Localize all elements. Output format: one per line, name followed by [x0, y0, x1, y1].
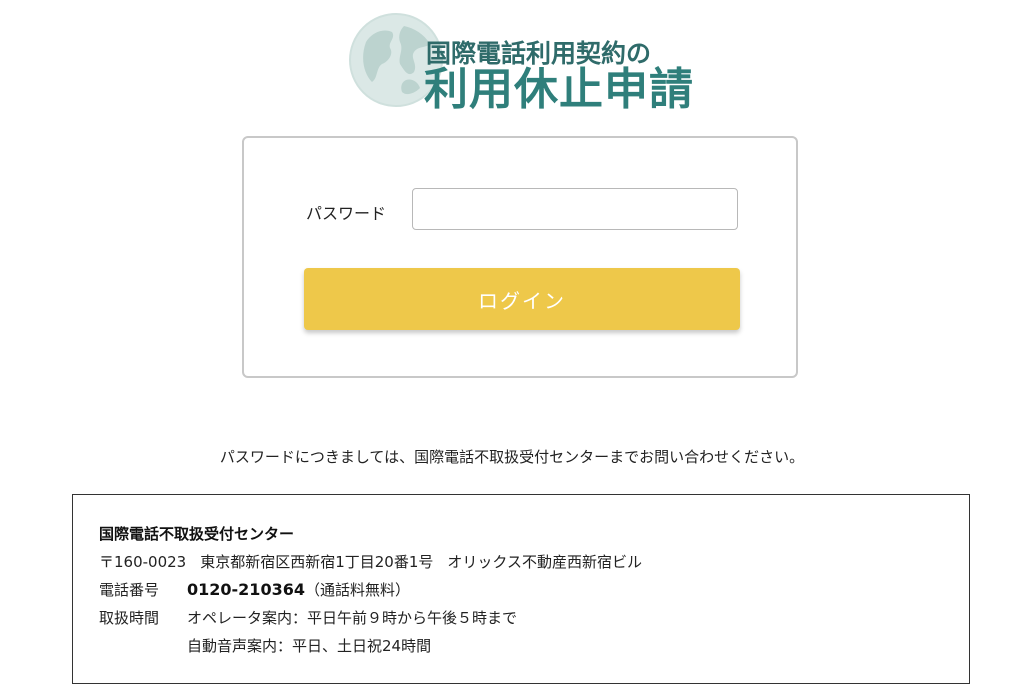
password-notice: パスワードにつきましては、国際電話不取扱受付センターまでお問い合わせください。: [219, 448, 805, 466]
phone-label: 電話番号: [99, 581, 160, 599]
hours-label: 取扱時間: [99, 609, 160, 627]
page: 国際電話利用契約の 利用休止申請 パスワード ログイン パスワードにつきましては…: [0, 0, 1024, 696]
contact-box: 国際電話不取扱受付センター 〒160-0023 東京都新宿区西新宿1丁目20番1号…: [72, 494, 970, 684]
hours-operator: オペレータ案内：平日午前９時から午後５時まで: [187, 609, 518, 627]
password-label: パスワード: [306, 204, 387, 223]
phone-note: （通話料無料）: [304, 581, 410, 599]
contact-phone-line: 電話番号 0120-210364（通話料無料）: [99, 579, 410, 600]
address: 東京都新宿区西新宿1丁目20番1号: [200, 553, 434, 571]
login-panel: パスワード ログイン: [242, 136, 798, 378]
contact-hours-line: 取扱時間 オペレータ案内：平日午前９時から午後５時まで: [99, 607, 517, 628]
contact-center-name: 国際電話不取扱受付センター: [99, 525, 295, 543]
hours-auto: 自動音声案内：平日、土日祝24時間: [187, 637, 432, 655]
contact-hours-auto-line: 自動音声案内：平日、土日祝24時間: [187, 635, 431, 656]
contact-address-line: 〒160-0023 東京都新宿区西新宿1丁目20番1号 オリックス不動産西新宿ビル: [99, 551, 642, 572]
header-logo: 国際電話利用契約の 利用休止申請: [348, 12, 708, 115]
page-title-line2: 利用休止申請: [424, 64, 694, 115]
login-button[interactable]: ログイン: [304, 268, 740, 330]
password-input[interactable]: [412, 188, 738, 230]
building: オリックス不動産西新宿ビル: [447, 553, 642, 571]
postal-code: 〒160-0023: [99, 553, 187, 571]
phone-number: 0120-210364: [187, 580, 305, 599]
